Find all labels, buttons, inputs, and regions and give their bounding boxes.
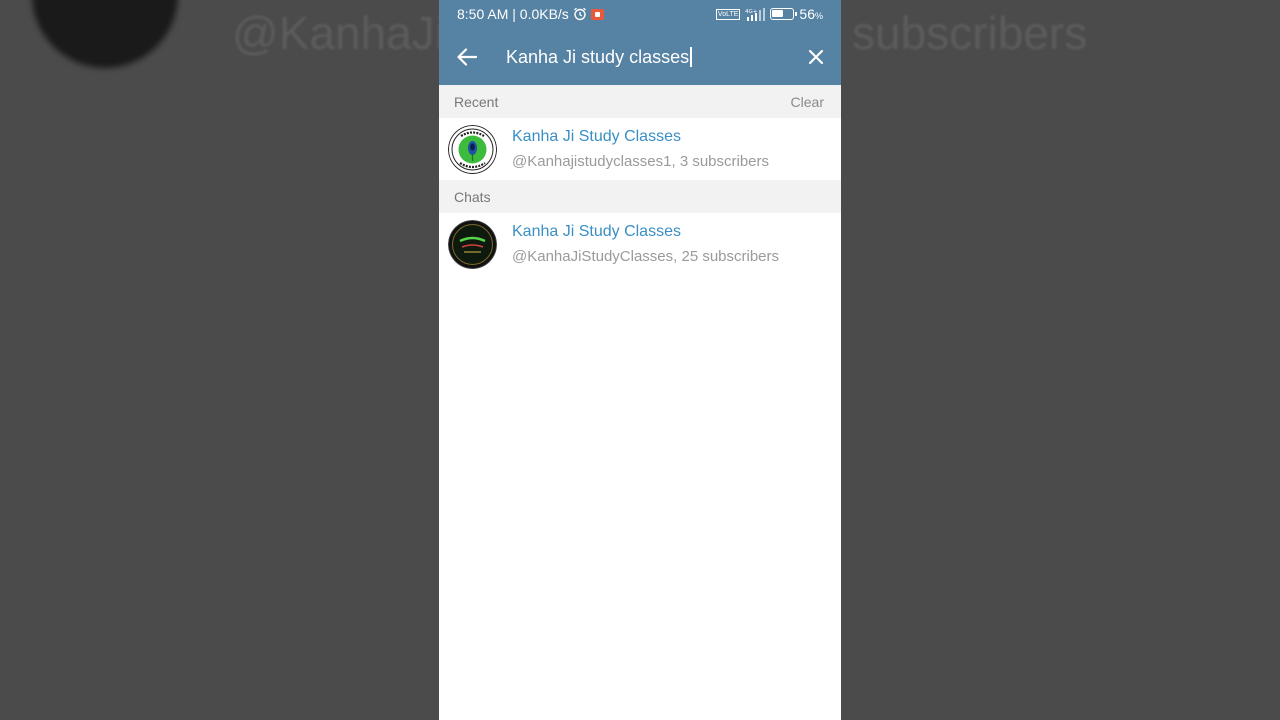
kanha-ji-dark-logo-icon (448, 220, 497, 269)
chat-result-title: Kanha Ji Study Classes (512, 223, 681, 240)
chat-result-row[interactable]: Kanha Ji Study Classes @KanhaJiStudyClas… (439, 213, 841, 275)
status-left: 8:50 AM | 0.0KB/s (457, 6, 604, 22)
back-button[interactable] (453, 44, 481, 70)
volte-icon: VoLTE (715, 8, 741, 20)
search-app-bar: 8:50 AM | 0.0KB/s VoLTE 4G+ 56% Kanha Ji… (439, 0, 841, 85)
phone-screen: 8:50 AM | 0.0KB/s VoLTE 4G+ 56% Kanha Ji… (439, 0, 841, 720)
clear-recent-button[interactable]: Clear (791, 94, 824, 110)
chats-section-header: Chats (439, 180, 841, 213)
arrow-left-icon (457, 48, 477, 66)
recent-result-row[interactable]: Kanha Ji Study Classes @Kanhajistudyclas… (439, 118, 841, 180)
status-bar: 8:50 AM | 0.0KB/s VoLTE 4G+ 56% (439, 0, 841, 28)
battery-icon (770, 8, 798, 20)
background-avatar (30, 0, 180, 70)
status-right: VoLTE 4G+ 56% (715, 6, 823, 22)
alarm-icon (573, 7, 586, 21)
close-icon (808, 49, 824, 65)
recent-label: Recent (454, 93, 499, 110)
clear-search-button[interactable] (803, 44, 829, 70)
battery-percent: 56% (799, 6, 823, 22)
screen-recorder-icon (590, 8, 604, 20)
peacock-feather-logo-icon (448, 125, 497, 174)
chat-result-subtitle: @KanhaJiStudyClasses, 25 subscribers (512, 248, 780, 265)
signal-icon: 4G+ (745, 7, 766, 21)
background-subscribers-text: subscribers (852, 7, 1088, 59)
text-caret (690, 47, 692, 67)
status-time-network: 8:50 AM | 0.0KB/s (457, 6, 569, 22)
search-input[interactable]: Kanha Ji study classes (506, 44, 806, 70)
recent-result-title: Kanha Ji Study Classes (512, 128, 681, 145)
background-handle-text: @KanhaJi (232, 7, 445, 59)
chats-label: Chats (454, 188, 491, 205)
recent-result-subtitle: @Kanhajistudyclasses1, 3 subscribers (512, 153, 770, 170)
recent-section-header: Recent Clear (439, 85, 841, 118)
search-query: Kanha Ji study classes (506, 46, 690, 67)
